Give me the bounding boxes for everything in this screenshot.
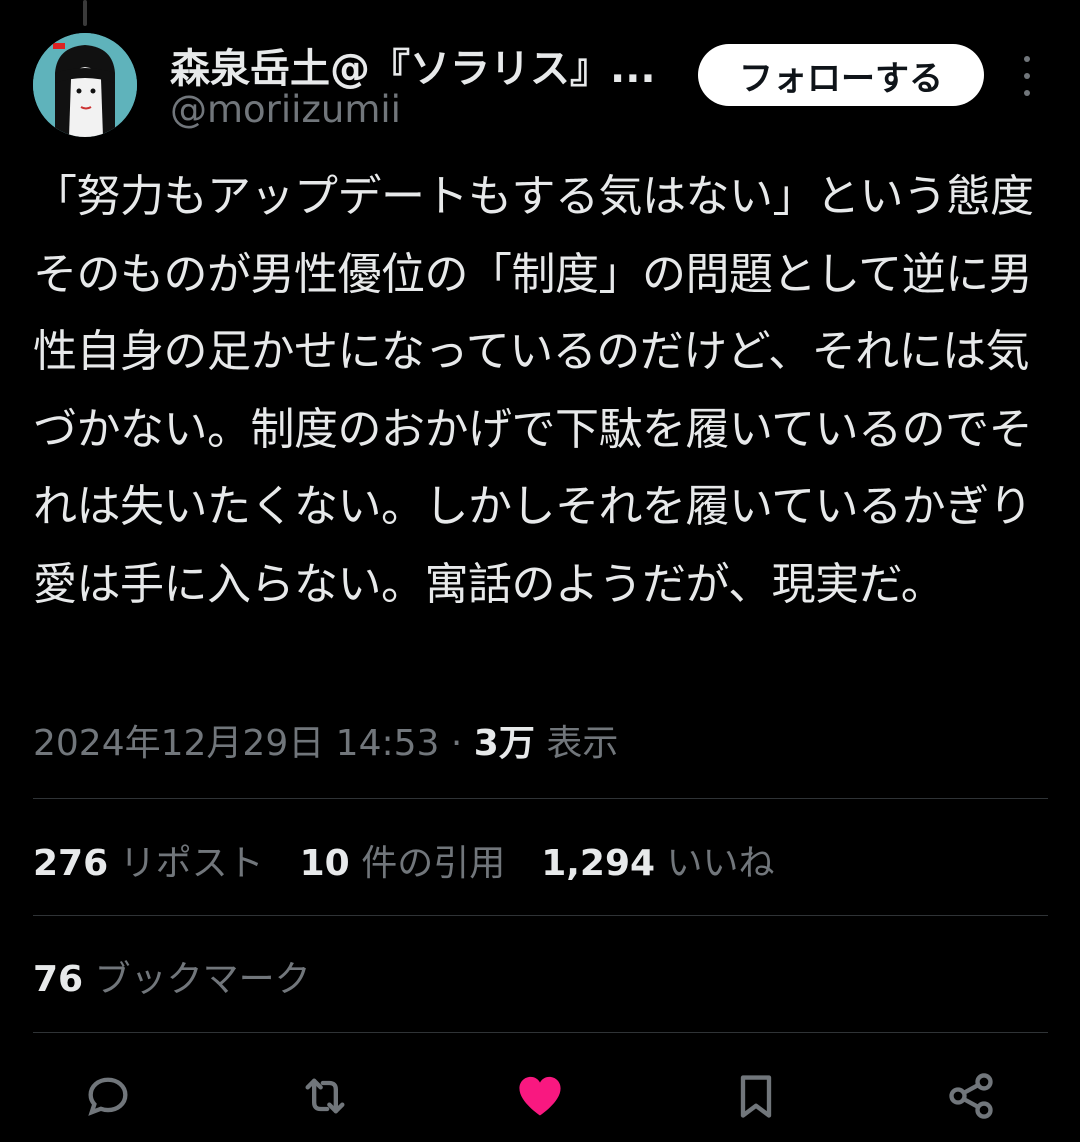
divider [33,1032,1048,1033]
bookmark-icon[interactable] [726,1066,786,1126]
share-icon[interactable] [941,1066,1001,1126]
bookmarks-label: ブックマーク [94,959,311,1000]
engagement-stats: 276 リポスト 10 件の引用 1,294 いいね [33,834,775,886]
like-icon[interactable] [510,1066,570,1126]
more-options-icon[interactable] [1012,56,1042,96]
tweet-text: 「努力もアップデートもする気はない」という態度そのものが男性優位の「制度」の問題… [33,171,1034,610]
meta-separator: · [450,723,463,764]
likes-label: いいね [666,843,775,884]
tweet-meta: 2024年12月29日 14:53 · 3万 表示 [33,714,618,766]
timestamp[interactable]: 2024年12月29日 14:53 [33,723,439,764]
avatar[interactable] [33,33,137,137]
divider [33,915,1048,916]
likes-count: 1,294 [541,843,656,884]
quotes-label: 件の引用 [361,843,506,884]
likes-stat[interactable]: 1,294 いいね [541,834,774,886]
author-handle[interactable]: @moriizumii [170,88,401,131]
follow-button[interactable]: フォローする [698,44,984,106]
reposts-count: 276 [33,843,109,884]
reposts-label: リポスト [119,843,264,884]
divider [33,798,1048,799]
author-display-name[interactable]: 森泉岳土@『ソラリス』... [170,36,670,94]
reposts-stat[interactable]: 276 リポスト [33,834,264,886]
avatar-illustration [33,33,137,137]
views-count: 3万 [473,723,535,764]
reply-icon[interactable] [78,1066,138,1126]
thread-connector-line [83,0,87,26]
quotes-stat[interactable]: 10 件の引用 [300,834,506,886]
bookmarks-count: 76 [33,959,84,1000]
quotes-count: 10 [299,843,350,884]
views-label: 表示 [546,723,619,764]
retweet-icon[interactable] [295,1066,355,1126]
bookmarks-stat[interactable]: 76 ブックマーク [33,950,311,1002]
